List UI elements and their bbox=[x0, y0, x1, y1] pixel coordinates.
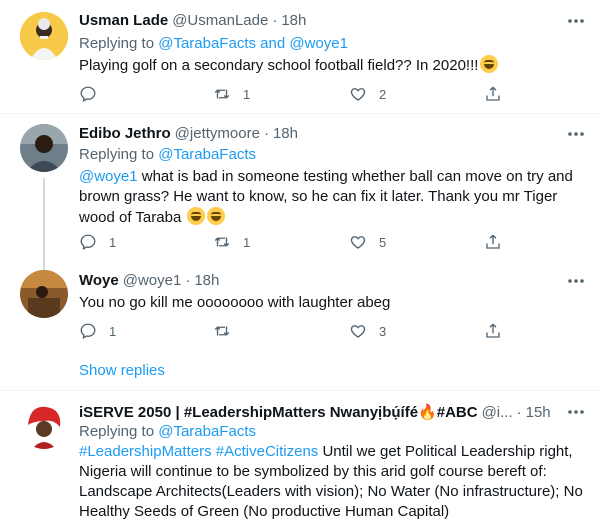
timestamp[interactable]: 18h bbox=[273, 125, 298, 142]
replying-to: Replying to @TarabaFacts bbox=[79, 146, 256, 163]
like-button[interactable]: 3 bbox=[349, 321, 386, 341]
tweet-3[interactable]: Woye @woye1 · 18h You no go kill me ooooooo… bbox=[0, 264, 602, 349]
retweet-count: 1 bbox=[243, 234, 251, 250]
tweet-actions: 1 3 bbox=[79, 321, 509, 341]
hashtag-link[interactable]: #ActiveCitizens bbox=[216, 443, 319, 460]
retweet-icon bbox=[214, 237, 230, 247]
like-button[interactable]: 5 bbox=[349, 232, 386, 252]
separator-dot: · bbox=[185, 272, 191, 289]
handle[interactable]: @woye1 bbox=[123, 272, 182, 289]
retweet-icon bbox=[214, 89, 230, 99]
reply-button[interactable]: 1 bbox=[79, 232, 116, 252]
tweet-text-content: You no go kill me oooooooo with laughter… bbox=[79, 294, 391, 311]
like-button[interactable]: 2 bbox=[349, 84, 386, 104]
display-name[interactable]: Edibo Jethro @jettymoore · 18h bbox=[79, 125, 298, 142]
timestamp[interactable]: 18h bbox=[194, 272, 219, 289]
avatar[interactable] bbox=[20, 270, 68, 318]
laughing-face-icon bbox=[480, 55, 499, 73]
mention-link[interactable]: @TarabaFacts bbox=[158, 35, 256, 52]
share-button[interactable] bbox=[484, 84, 502, 104]
display-name[interactable]: Usman Lade @UsmanLade · 18h bbox=[79, 12, 306, 29]
avatar-image bbox=[20, 401, 68, 449]
timestamp[interactable]: 18h bbox=[281, 12, 306, 29]
display-name-text[interactable]: Woye bbox=[79, 272, 119, 289]
like-count: 2 bbox=[379, 86, 387, 102]
avatar[interactable] bbox=[20, 124, 68, 172]
replying-prefix: Replying to bbox=[79, 146, 155, 163]
reply-button[interactable] bbox=[79, 84, 109, 104]
tweet-text: #LeadershipMatters #ActiveCitizens Until… bbox=[79, 442, 589, 522]
separator-dot: · bbox=[263, 125, 269, 142]
like-count: 5 bbox=[379, 234, 387, 250]
reply-icon bbox=[80, 86, 96, 102]
display-name[interactable]: Woye @woye1 · 18h bbox=[79, 272, 219, 289]
display-name-text[interactable]: iSERVE 2050 | #LeadershipMatters Nwanyịb… bbox=[79, 404, 478, 421]
like-count: 3 bbox=[379, 323, 387, 339]
tweet-4[interactable]: iSERVE 2050 | #LeadershipMatters Nwanyịb… bbox=[0, 391, 602, 524]
mention-link[interactable]: @TarabaFacts bbox=[158, 423, 256, 440]
grinning-face-icon bbox=[207, 207, 226, 225]
reply-button[interactable]: 1 bbox=[79, 321, 116, 341]
heart-icon bbox=[350, 236, 366, 249]
mention-link[interactable]: @woye1 bbox=[289, 35, 348, 52]
reply-count: 1 bbox=[109, 234, 117, 250]
tweet-1[interactable]: Usman Lade @UsmanLade · 18h Replying to @Ta… bbox=[0, 0, 602, 113]
tweet-actions: 1 1 5 bbox=[79, 232, 509, 252]
mention-link[interactable]: @TarabaFacts bbox=[158, 146, 256, 163]
grinning-face-icon bbox=[187, 207, 206, 225]
tweet-2[interactable]: Edibo Jethro @jettymoore · 18h Replying to … bbox=[0, 114, 602, 264]
avatar[interactable] bbox=[20, 401, 68, 449]
avatar-image bbox=[20, 270, 68, 318]
handle[interactable]: @jettymoore bbox=[175, 125, 260, 142]
display-name-text[interactable]: Usman Lade bbox=[79, 12, 168, 29]
more-options-icon[interactable] bbox=[566, 127, 586, 141]
avatar-image bbox=[20, 124, 68, 172]
more-options-icon[interactable] bbox=[566, 14, 586, 28]
display-name[interactable]: iSERVE 2050 | #LeadershipMatters Nwanyịb… bbox=[79, 403, 551, 421]
tweet-text: Playing golf on a secondary school footb… bbox=[79, 55, 589, 76]
tweet-actions: 1 2 bbox=[79, 84, 509, 104]
share-button[interactable] bbox=[484, 321, 502, 341]
avatar-image bbox=[20, 12, 68, 60]
retweet-button[interactable] bbox=[213, 321, 243, 341]
tweet-text-content: what is bad in someone testing whether b… bbox=[79, 168, 573, 226]
thread-line bbox=[43, 178, 45, 264]
heart-icon bbox=[350, 88, 366, 101]
separator-dot: · bbox=[516, 404, 522, 421]
replying-and[interactable]: and bbox=[260, 35, 285, 52]
mention-link[interactable]: @woye1 bbox=[79, 168, 138, 185]
retweet-button[interactable]: 1 bbox=[213, 232, 250, 252]
retweet-icon bbox=[214, 326, 230, 336]
tweet-text: You no go kill me oooooooo with laughter… bbox=[79, 293, 589, 313]
retweet-count: 1 bbox=[243, 86, 251, 102]
tweet-text-content: Playing golf on a secondary school footb… bbox=[79, 57, 479, 74]
separator-dot: · bbox=[272, 12, 278, 29]
tweet-text: @woye1 what is bad in someone testing wh… bbox=[79, 167, 589, 228]
reply-icon bbox=[80, 323, 96, 339]
share-icon bbox=[486, 323, 500, 338]
share-button[interactable] bbox=[484, 232, 502, 252]
replying-to: Replying to @TarabaFacts and @woye1 bbox=[79, 35, 348, 52]
handle[interactable]: @i... bbox=[482, 404, 513, 421]
replying-prefix: Replying to bbox=[79, 35, 155, 52]
timestamp[interactable]: 15h bbox=[526, 404, 551, 421]
avatar[interactable] bbox=[20, 12, 68, 60]
replying-prefix: Replying to bbox=[79, 423, 155, 440]
replying-to: Replying to @TarabaFacts bbox=[79, 423, 256, 440]
more-options-icon[interactable] bbox=[566, 405, 586, 419]
show-replies-link[interactable]: Show replies bbox=[79, 362, 165, 379]
handle[interactable]: @UsmanLade bbox=[172, 12, 268, 29]
share-icon bbox=[486, 234, 500, 249]
reply-count: 1 bbox=[109, 323, 117, 339]
hashtag-link[interactable]: #LeadershipMatters bbox=[79, 443, 212, 460]
display-name-text[interactable]: Edibo Jethro bbox=[79, 125, 171, 142]
retweet-button[interactable]: 1 bbox=[213, 84, 250, 104]
heart-icon bbox=[350, 325, 366, 338]
reply-icon bbox=[80, 234, 96, 250]
more-options-icon[interactable] bbox=[566, 274, 586, 288]
share-icon bbox=[486, 86, 500, 101]
